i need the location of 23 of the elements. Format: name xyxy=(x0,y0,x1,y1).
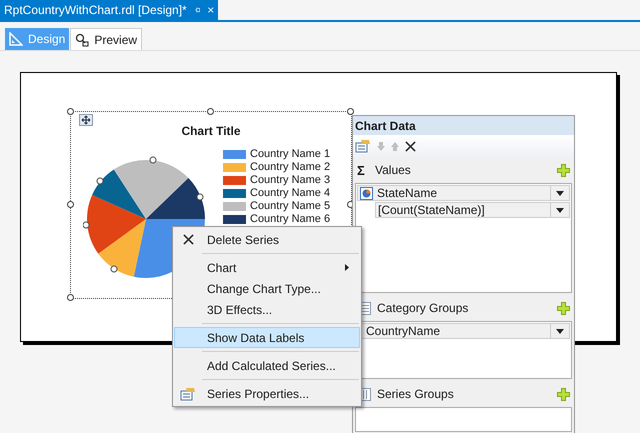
legend-label: Country Name 1 xyxy=(250,149,330,160)
menu-label: Show Data Labels xyxy=(206,330,306,346)
chart-title: Chart Title xyxy=(181,123,241,140)
menu-label: Delete Series xyxy=(206,232,280,248)
document-title: RptCountryWithChart.rdl [Design]* xyxy=(4,2,187,19)
sum-icon: Σ xyxy=(357,164,369,176)
menu-label: Series Properties... xyxy=(206,386,310,402)
legend-label: Country Name 3 xyxy=(250,175,330,186)
field-name: StateName xyxy=(376,185,438,202)
legend-label: Country Name 6 xyxy=(250,214,330,225)
field-name: [Count(StateName)] xyxy=(377,202,486,219)
section-title: Series Groups xyxy=(377,386,455,403)
legend-label: Country Name 5 xyxy=(250,201,330,212)
section-title: Category Groups xyxy=(377,300,470,317)
legend-label: Country Name 2 xyxy=(250,162,330,173)
panel-title: Chart Data xyxy=(355,118,416,134)
menu-label: Change Chart Type... xyxy=(206,280,322,298)
legend-label: Country Name 4 xyxy=(250,188,330,199)
section-title: Values xyxy=(375,162,412,179)
menu-label: Add Calculated Series... xyxy=(206,358,337,374)
field-name: CountryName xyxy=(365,323,442,340)
menu-label: 3D Effects... xyxy=(206,302,274,318)
menu-label: Chart xyxy=(206,260,238,276)
